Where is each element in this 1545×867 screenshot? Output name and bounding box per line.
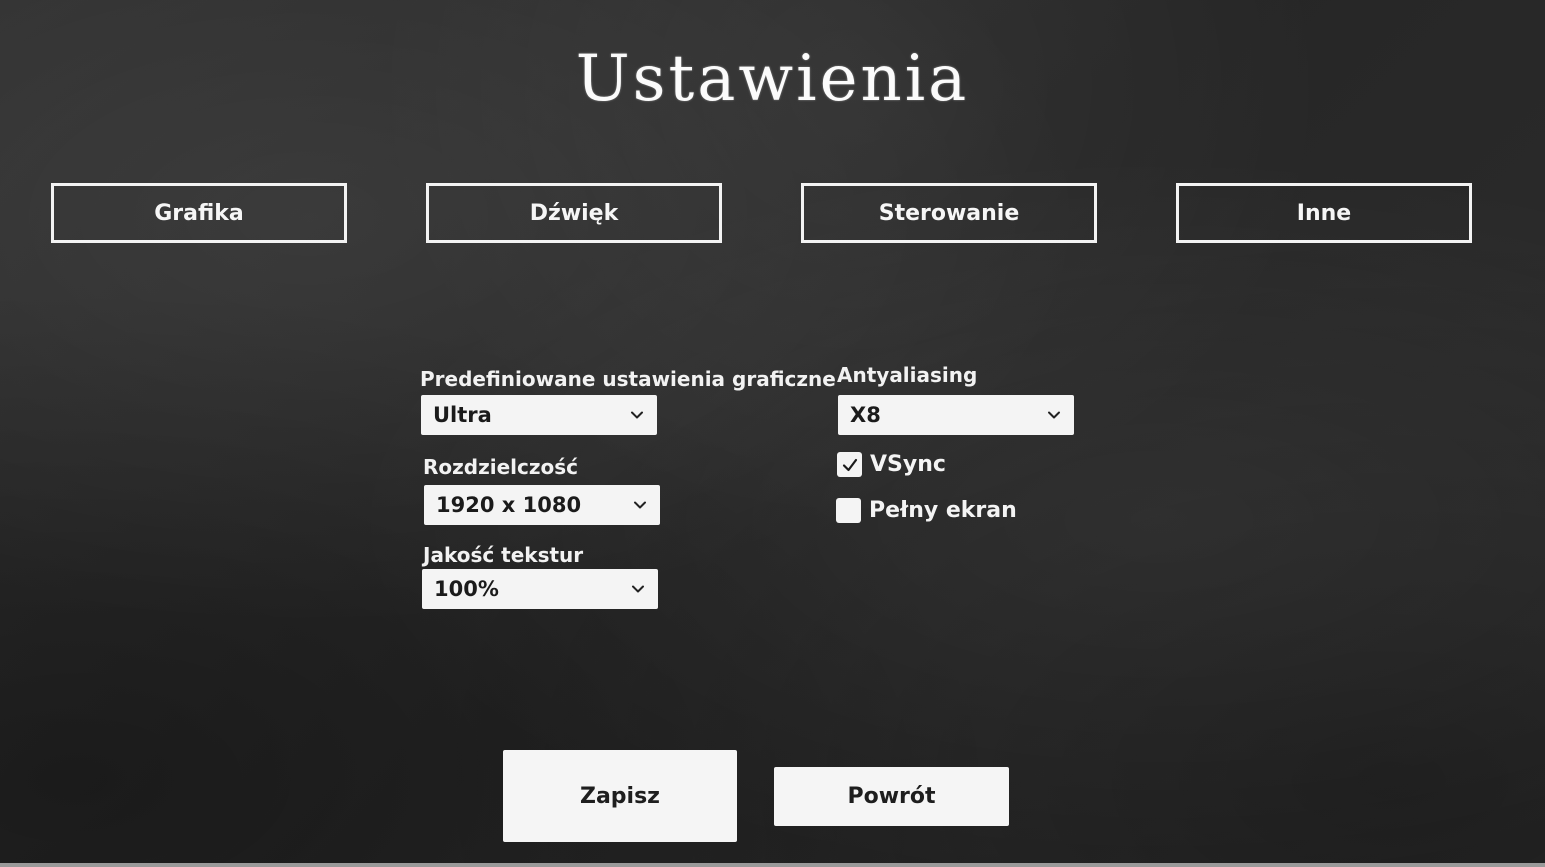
back-button[interactable]: Powrót	[774, 767, 1009, 826]
texture-quality-select[interactable]: 100%	[422, 569, 658, 609]
page-title: Ustawienia	[575, 42, 970, 116]
save-button-label: Zapisz	[580, 783, 660, 809]
tab-controls[interactable]: Sterowanie	[801, 183, 1097, 243]
texture-quality-value: 100%	[434, 577, 499, 601]
fullscreen-label: Pełny ekran	[869, 498, 1017, 523]
tab-label: Grafika	[154, 200, 244, 226]
save-button[interactable]: Zapisz	[503, 750, 737, 842]
chevron-down-icon	[631, 411, 643, 419]
tab-other[interactable]: Inne	[1176, 183, 1472, 243]
tab-label: Dźwięk	[529, 200, 619, 226]
preset-select[interactable]: Ultra	[421, 395, 657, 435]
vsync-label: VSync	[870, 452, 946, 477]
checkbox-box[interactable]	[837, 452, 862, 477]
back-button-label: Powrót	[847, 784, 936, 809]
preset-value: Ultra	[433, 403, 492, 427]
antialiasing-label: Antyaliasing	[837, 363, 978, 387]
preset-label: Predefiniowane ustawienia graficzne	[420, 367, 836, 391]
antialiasing-select[interactable]: X8	[838, 395, 1074, 435]
check-icon	[842, 458, 857, 471]
resolution-label: Rozdzielczość	[423, 455, 579, 479]
chalkboard-background	[0, 0, 1545, 867]
tab-label: Inne	[1296, 200, 1352, 226]
vsync-checkbox[interactable]: VSync	[837, 452, 946, 477]
chevron-down-icon	[632, 585, 644, 593]
antialiasing-value: X8	[850, 403, 881, 427]
chevron-down-icon	[634, 501, 646, 509]
texture-quality-label: Jakość tekstur	[423, 543, 584, 567]
resolution-value: 1920 x 1080	[436, 493, 582, 517]
chevron-down-icon	[1048, 411, 1060, 419]
tab-sound[interactable]: Dźwięk	[426, 183, 722, 243]
tab-label: Sterowanie	[878, 200, 1020, 226]
resolution-select[interactable]: 1920 x 1080	[424, 485, 660, 525]
tab-graphics[interactable]: Grafika	[51, 183, 347, 243]
bottom-edge	[0, 863, 1545, 867]
checkbox-box[interactable]	[836, 498, 861, 523]
fullscreen-checkbox[interactable]: Pełny ekran	[836, 498, 1017, 523]
